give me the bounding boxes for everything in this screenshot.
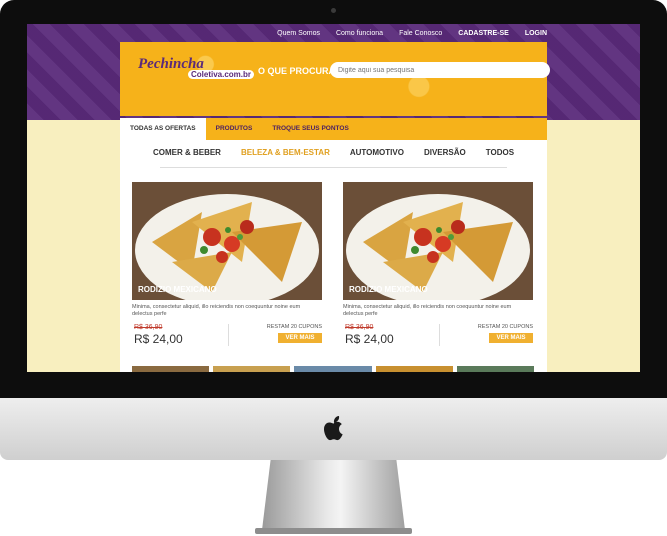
offer-thumbnail[interactable] — [375, 366, 453, 372]
category-automotivo[interactable]: AUTOMOTIVO — [350, 148, 404, 157]
current-price: R$ 24,00 — [134, 332, 183, 347]
ver-mais-button[interactable]: VER MAIS — [278, 333, 322, 344]
site-logo[interactable]: Pechincha Coletiva.com.br — [138, 56, 255, 86]
logo-domain: .com.br — [222, 70, 252, 79]
category-todos[interactable]: TODOS — [486, 148, 514, 157]
offer-prices: R$ 36,90 R$ 24,00 RESTAM 20 CUPONS VER M… — [132, 324, 322, 348]
website-screen: Quem Somos Como funciona Fale Conosco CA… — [27, 24, 640, 372]
price-divider — [228, 324, 229, 347]
category-divider — [160, 167, 507, 168]
old-price: R$ 36,90 — [134, 324, 163, 332]
old-price: R$ 36,90 — [345, 324, 374, 332]
offer-thumbnail[interactable] — [213, 366, 291, 372]
camera-icon — [331, 8, 336, 13]
current-price: R$ 24,00 — [345, 332, 394, 347]
coupons-remaining: RESTAM 20 CUPONS — [477, 324, 533, 331]
offer-title: RODIZIO MEXICANO — [138, 285, 217, 294]
login-link[interactable]: LOGIN — [525, 30, 547, 37]
nav-link-quem-somos[interactable]: Quem Somos — [277, 30, 320, 37]
logo-tagline-text: Coletiva — [191, 70, 223, 79]
tab-produtos[interactable]: PRODUTOS — [206, 118, 263, 140]
stand-base — [255, 528, 412, 534]
tab-troque-seus-pontos[interactable]: TROQUE SEUS PONTOS — [262, 118, 358, 140]
main-content: COMER & BEBER BELEZA & BEM-ESTAR AUTOMOT… — [120, 140, 547, 372]
category-diversao[interactable]: DIVERSÃO — [424, 148, 466, 157]
category-nav: COMER & BEBER BELEZA & BEM-ESTAR AUTOMOT… — [120, 148, 547, 157]
price-divider — [439, 324, 440, 347]
offer-thumbnail[interactable] — [294, 366, 372, 372]
offer-thumbnail[interactable] — [456, 366, 535, 372]
next-offers-row — [132, 366, 535, 372]
ver-mais-button[interactable]: VER MAIS — [489, 333, 533, 344]
top-nav: Quem Somos Como funciona Fale Conosco CA… — [277, 30, 547, 37]
nav-link-fale-conosco[interactable]: Fale Conosco — [399, 30, 442, 37]
monitor-stand — [262, 460, 405, 530]
site-header: Pechincha Coletiva.com.br O QUE PROCURA? — [120, 42, 550, 116]
category-comer-beber[interactable]: COMER & BEBER — [153, 148, 221, 157]
offer-thumbnail[interactable] — [132, 366, 210, 372]
search-input[interactable] — [330, 62, 550, 78]
offer-image[interactable]: RODIZIO MEXICANO — [132, 182, 322, 300]
offer-card[interactable]: RODIZIO MEXICANO Minima, consectetur ali… — [132, 182, 322, 348]
offer-tabs: TODAS AS OFERTAS PRODUTOS TROQUE SEUS PO… — [120, 118, 547, 140]
register-link[interactable]: CADASTRE-SE — [458, 30, 509, 37]
offer-image[interactable]: RODIZIO MEXICANO — [343, 182, 533, 300]
nav-link-como-funciona[interactable]: Como funciona — [336, 30, 383, 37]
offer-description: Minima, consectetur aliquid, illo reicie… — [132, 304, 301, 318]
offer-title: RODIZIO MEXICANO — [349, 285, 428, 294]
category-beleza-bem-estar[interactable]: BELEZA & BEM-ESTAR — [241, 148, 330, 157]
tab-todas-as-ofertas[interactable]: TODAS AS OFERTAS — [120, 118, 206, 140]
offer-prices: R$ 36,90 R$ 24,00 RESTAM 20 CUPONS VER M… — [343, 324, 533, 348]
offer-description: Minima, consectetur aliquid, illo reicie… — [343, 304, 512, 318]
logo-tagline: Coletiva.com.br — [188, 70, 255, 79]
search-label: O QUE PROCURA? — [258, 66, 341, 76]
coupons-remaining: RESTAM 20 CUPONS — [266, 324, 322, 331]
apple-logo-icon — [324, 416, 343, 441]
offer-card[interactable]: RODIZIO MEXICANO Minima, consectetur ali… — [343, 182, 533, 348]
